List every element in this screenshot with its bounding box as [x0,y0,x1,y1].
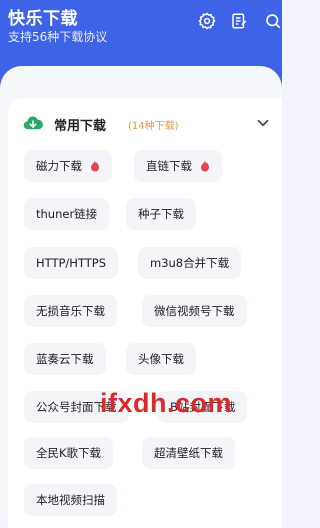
chip-magnet-download[interactable]: 磁力下载 [24,150,112,182]
section-count: (14种下载) [128,121,179,132]
chip-local-video-scan[interactable]: 本地视频扫描 [24,484,117,516]
chip-label: 无损音乐下载 [36,304,105,318]
chip-torrent-download[interactable]: 种子下载 [126,198,196,230]
chip-label: 头像下载 [138,352,184,366]
hot-icon [201,160,209,172]
chip-kge-download[interactable]: 全民K歌下载 [24,437,114,469]
chip-lanzou-cloud[interactable]: 蓝奏云下载 [24,343,106,375]
chip-label: 磁力下载 [36,159,82,173]
chip-label: m3u8合并下载 [150,256,230,270]
download-card: 常用下载 (14种下载) 磁力下载 直链下载 thuner链接 种子下载 HTT… [8,98,282,528]
chip-label: thuner链接 [36,207,98,221]
chip-hd-wallpaper[interactable]: 超清壁纸下载 [142,437,235,469]
chip-label: 本地视频扫描 [36,493,105,507]
app-title: 快乐下载 [8,9,78,29]
chevron-down-icon[interactable] [254,114,272,132]
chip-http-https[interactable]: HTTP/HTTPS [24,247,119,279]
chip-lossless-music[interactable]: 无损音乐下载 [24,295,117,327]
watermark-text: ifxdh.com [100,388,233,418]
chip-label: 种子下载 [138,207,184,221]
gear-icon[interactable] [196,10,218,32]
chip-label: 蓝奏云下载 [36,352,94,366]
app-subtitle: 支持56种下载协议 [8,30,108,44]
chip-wechat-video[interactable]: 微信视频号下载 [142,295,247,327]
chip-label: 直链下载 [146,159,192,173]
chip-thunder-link[interactable]: thuner链接 [24,198,110,230]
chip-m3u8-merge[interactable]: m3u8合并下载 [138,247,242,279]
chip-direct-link-download[interactable]: 直链下载 [134,150,222,182]
cloud-download-icon [23,116,43,130]
chip-avatar-download[interactable]: 头像下载 [126,343,196,375]
edit-note-icon[interactable] [228,10,250,32]
hot-icon [91,160,99,172]
chip-label: 全民K歌下载 [36,446,102,460]
section-title: 常用下载 [54,119,107,134]
chip-label: 超清壁纸下载 [154,446,223,460]
chip-label: 微信视频号下载 [154,304,235,318]
chip-label: HTTP/HTTPS [36,256,107,270]
section-header[interactable]: 常用下载 (14种下载) [8,98,282,148]
search-icon[interactable] [262,10,284,32]
